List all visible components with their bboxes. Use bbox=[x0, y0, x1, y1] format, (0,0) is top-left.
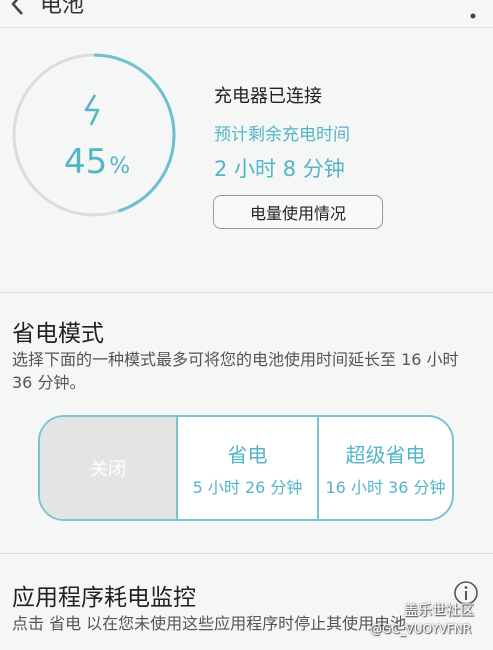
page-title: 电池 bbox=[40, 0, 85, 18]
watermark-handle: @GC_VUOYVFNR bbox=[370, 622, 472, 636]
top-app-bar: 电池 bbox=[0, 0, 493, 28]
mode-power-saving-button[interactable]: 省电 5 小时 26 分钟 bbox=[176, 417, 317, 519]
charging-bolt-icon bbox=[84, 94, 100, 126]
mode-power-saving-label: 省电 bbox=[227, 442, 268, 467]
mode-ultra-saving-button[interactable]: 超级省电 16 小时 36 分钟 bbox=[317, 417, 452, 519]
mode-off-button[interactable]: 关闭 bbox=[40, 417, 176, 519]
remaining-charge-time: 2 小时 8 分钟 bbox=[214, 157, 345, 181]
mode-off-label: 关闭 bbox=[90, 459, 126, 480]
battery-usage-button[interactable]: 电量使用情况 bbox=[213, 195, 383, 229]
battery-percent-number: 45 bbox=[64, 142, 108, 182]
more-options-icon[interactable] bbox=[469, 0, 477, 20]
watermark-community: 盖乐世社区 bbox=[404, 603, 474, 619]
mode-power-saving-time: 5 小时 26 分钟 bbox=[192, 477, 303, 497]
mode-ultra-saving-label: 超级省电 bbox=[345, 442, 426, 467]
battery-percent-unit: % bbox=[109, 154, 131, 179]
battery-percent: 45% bbox=[64, 142, 130, 182]
power-saving-description: 选择下面的一种模式最多可将您的电池使用时间延长至 16 小时 36 分钟。 bbox=[12, 350, 459, 392]
mode-ultra-saving-time: 16 小时 36 分钟 bbox=[325, 477, 446, 497]
charger-status: 充电器已连接 bbox=[214, 86, 322, 107]
power-saving-title: 省电模式 bbox=[12, 321, 104, 347]
section-divider bbox=[0, 553, 493, 554]
app-monitor-title: 应用程序耗电监控 bbox=[12, 585, 196, 611]
remaining-charge-label: 预计剩余充电时间 bbox=[214, 125, 350, 145]
power-mode-selector: 关闭 省电 5 小时 26 分钟 超级省电 16 小时 36 分钟 bbox=[38, 415, 454, 521]
back-arrow-icon[interactable] bbox=[8, 0, 28, 20]
battery-level-ring bbox=[12, 53, 176, 217]
